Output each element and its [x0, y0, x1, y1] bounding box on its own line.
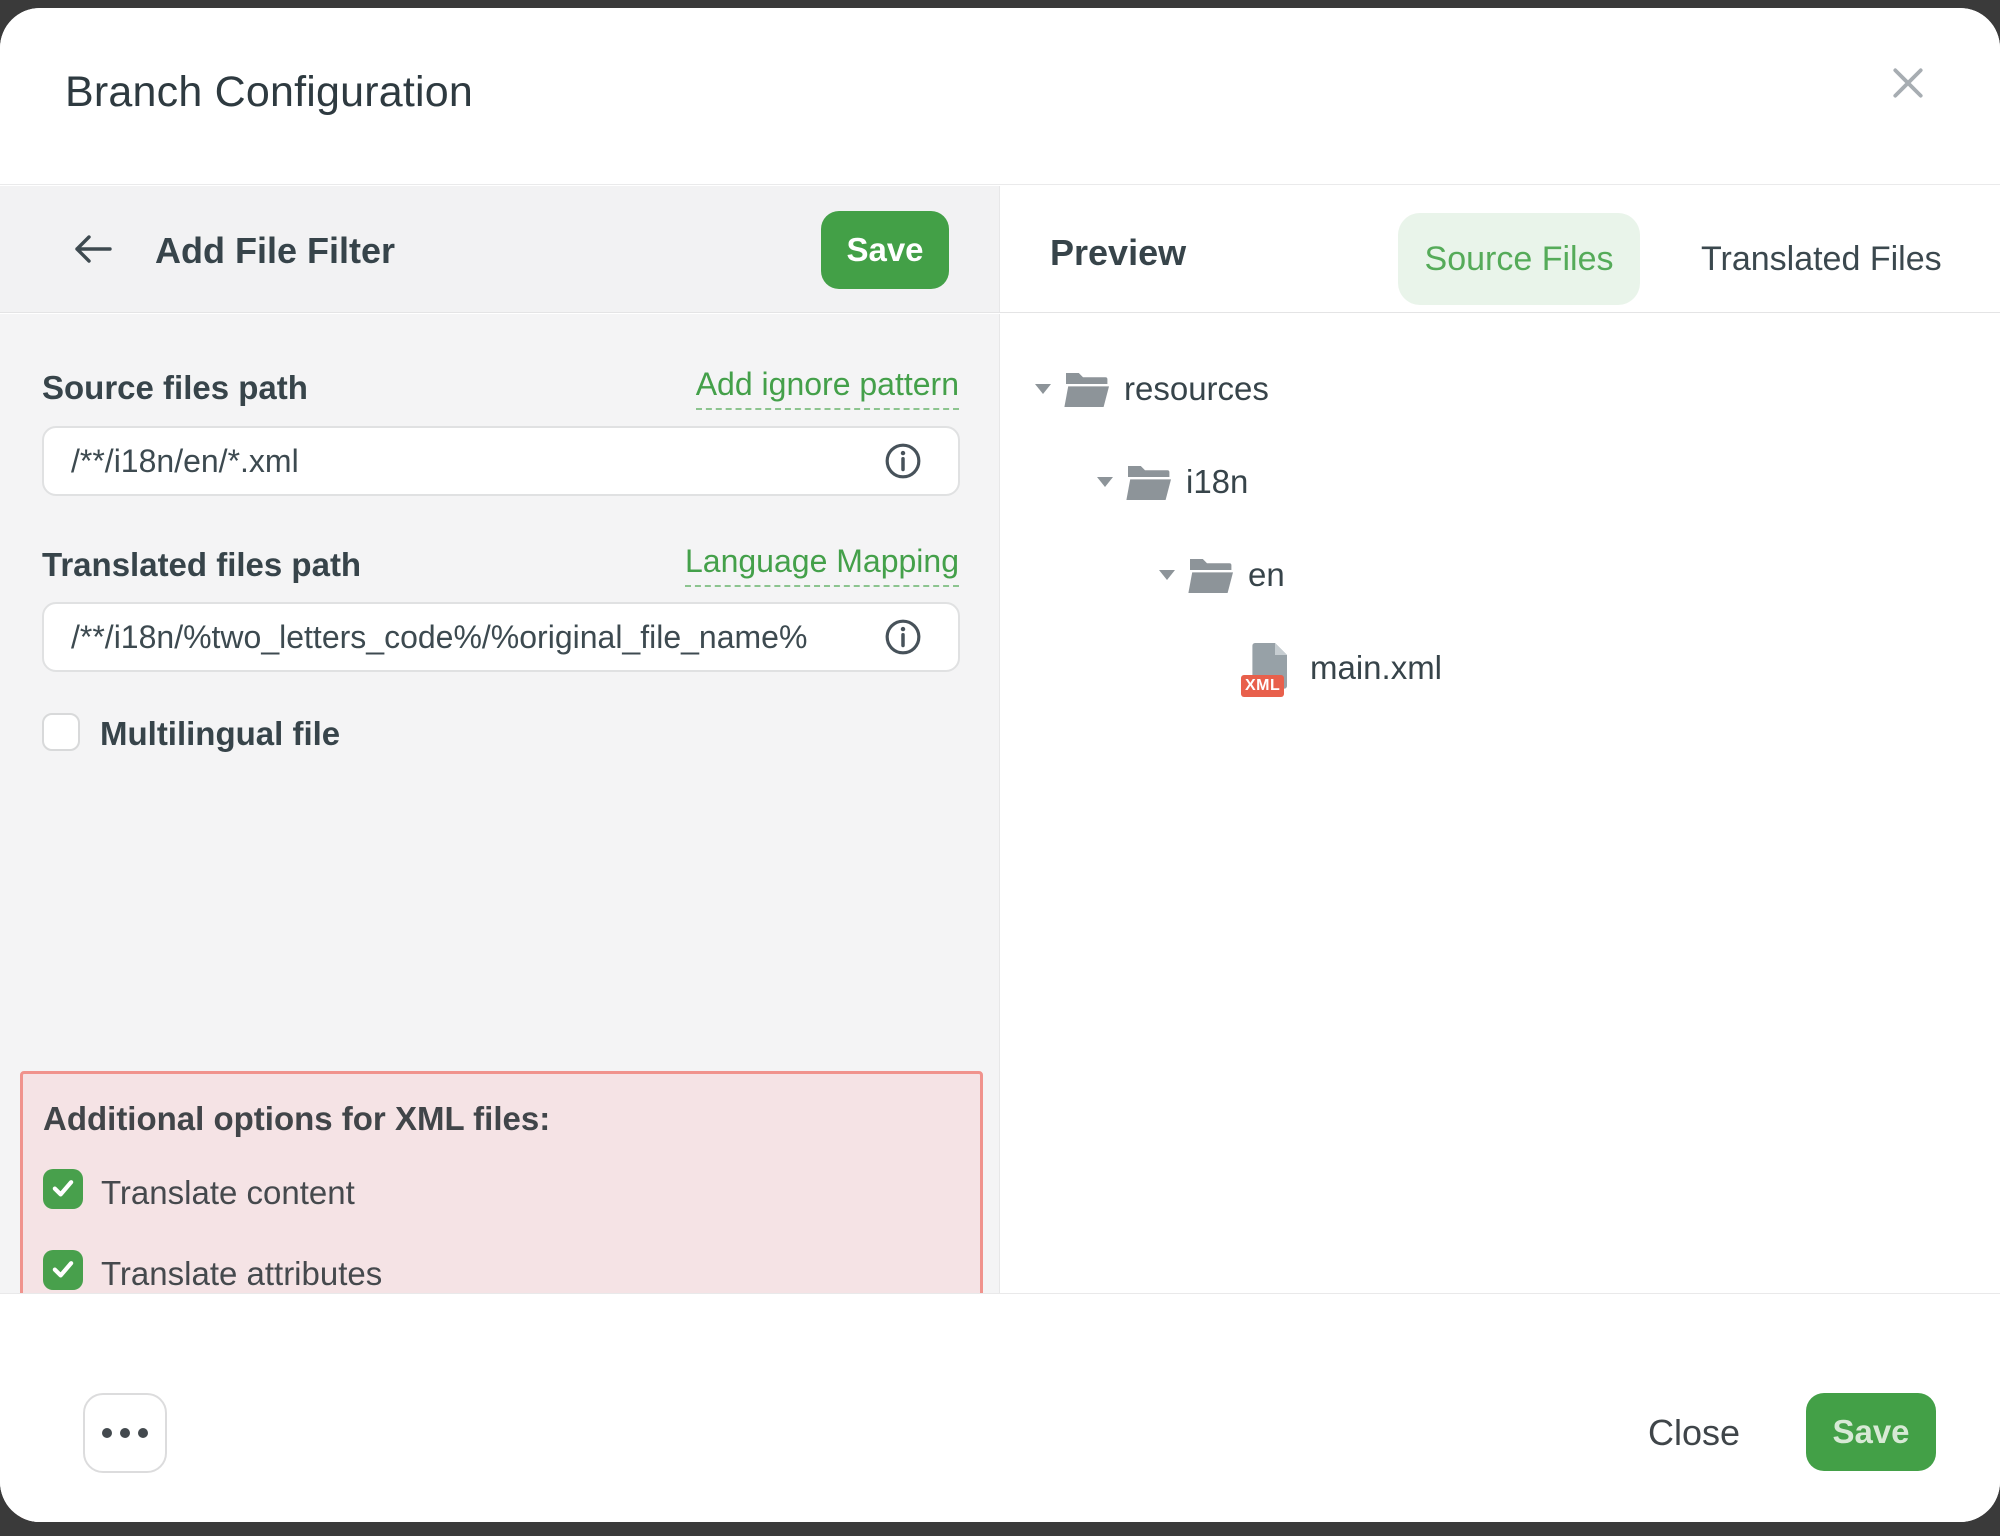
translate-attributes-label: Translate attributes: [101, 1255, 382, 1293]
file-tree: resources i18n en: [1001, 342, 2000, 714]
tree-item-label: i18n: [1186, 463, 1248, 501]
checkmark-icon: [49, 1174, 77, 1205]
source-files-path-input[interactable]: [42, 426, 960, 496]
close-button[interactable]: [1884, 60, 1932, 108]
xml-badge: XML: [1241, 675, 1284, 697]
sub-header: Add File Filter Save Preview Source File…: [0, 186, 2000, 313]
caret-down-icon[interactable]: [1023, 369, 1063, 409]
close-icon: [1890, 65, 1926, 104]
translate-content-checkbox[interactable]: [43, 1169, 83, 1209]
branch-configuration-modal: Branch Configuration Add File Filter Sav…: [0, 8, 2000, 1522]
tab-translated-files[interactable]: Translated Files: [1689, 213, 1954, 305]
language-mapping-link[interactable]: Language Mapping: [685, 543, 959, 587]
tree-item-label: resources: [1124, 370, 1269, 408]
caret-down-icon[interactable]: [1147, 555, 1187, 595]
xml-options-heading: Additional options for XML files:: [43, 1100, 550, 1138]
tree-row-en[interactable]: en: [1001, 528, 2000, 621]
translate-attributes-checkbox[interactable]: [43, 1250, 83, 1290]
file-filter-form: Source files path Add ignore pattern Tra…: [0, 314, 1000, 1293]
close-modal-button[interactable]: Close: [1648, 1393, 1740, 1473]
folder-icon: [1063, 368, 1109, 410]
arrow-left-icon: [71, 254, 113, 269]
multilingual-file-label: Multilingual file: [100, 715, 340, 753]
multilingual-file-checkbox[interactable]: [42, 713, 80, 751]
tab-source-files[interactable]: Source Files: [1398, 213, 1640, 305]
save-modal-button[interactable]: Save: [1806, 1393, 1936, 1471]
preview-panel: resources i18n en: [1001, 314, 2000, 1293]
ellipsis-icon: [102, 1428, 112, 1438]
panel-title: Add File Filter: [155, 230, 395, 272]
modal-title-bar: Branch Configuration: [0, 8, 2000, 185]
add-ignore-pattern-link[interactable]: Add ignore pattern: [696, 366, 959, 410]
tree-item-label: main.xml: [1310, 649, 1442, 687]
tree-row-i18n[interactable]: i18n: [1001, 435, 2000, 528]
info-icon[interactable]: [884, 442, 922, 480]
folder-icon: [1187, 554, 1233, 596]
xml-file-icon: XML: [1249, 642, 1293, 694]
ellipsis-icon: [120, 1428, 130, 1438]
filter-header: Add File Filter Save: [0, 186, 1000, 312]
caret-down-icon[interactable]: [1085, 462, 1125, 502]
tree-item-label: en: [1248, 556, 1285, 594]
checkmark-icon: [49, 1255, 77, 1286]
page-title: Branch Configuration: [65, 68, 473, 117]
preview-header: Preview Source Files Translated Files: [1001, 186, 2000, 312]
modal-footer: Close Save: [0, 1294, 2000, 1522]
info-icon[interactable]: [884, 618, 922, 656]
folder-icon: [1125, 461, 1171, 503]
more-options-button[interactable]: [83, 1393, 167, 1473]
ellipsis-icon: [138, 1428, 148, 1438]
preview-title: Preview: [1050, 232, 1186, 274]
save-filter-button[interactable]: Save: [821, 211, 949, 289]
translate-content-label: Translate content: [101, 1174, 355, 1212]
back-button[interactable]: [70, 232, 114, 268]
tree-row-resources[interactable]: resources: [1001, 342, 2000, 435]
translated-files-path-input[interactable]: [42, 602, 960, 672]
translated-files-path-label: Translated files path: [42, 546, 361, 584]
tree-row-main-xml[interactable]: XML main.xml: [1001, 621, 2000, 714]
source-files-path-label: Source files path: [42, 369, 308, 407]
